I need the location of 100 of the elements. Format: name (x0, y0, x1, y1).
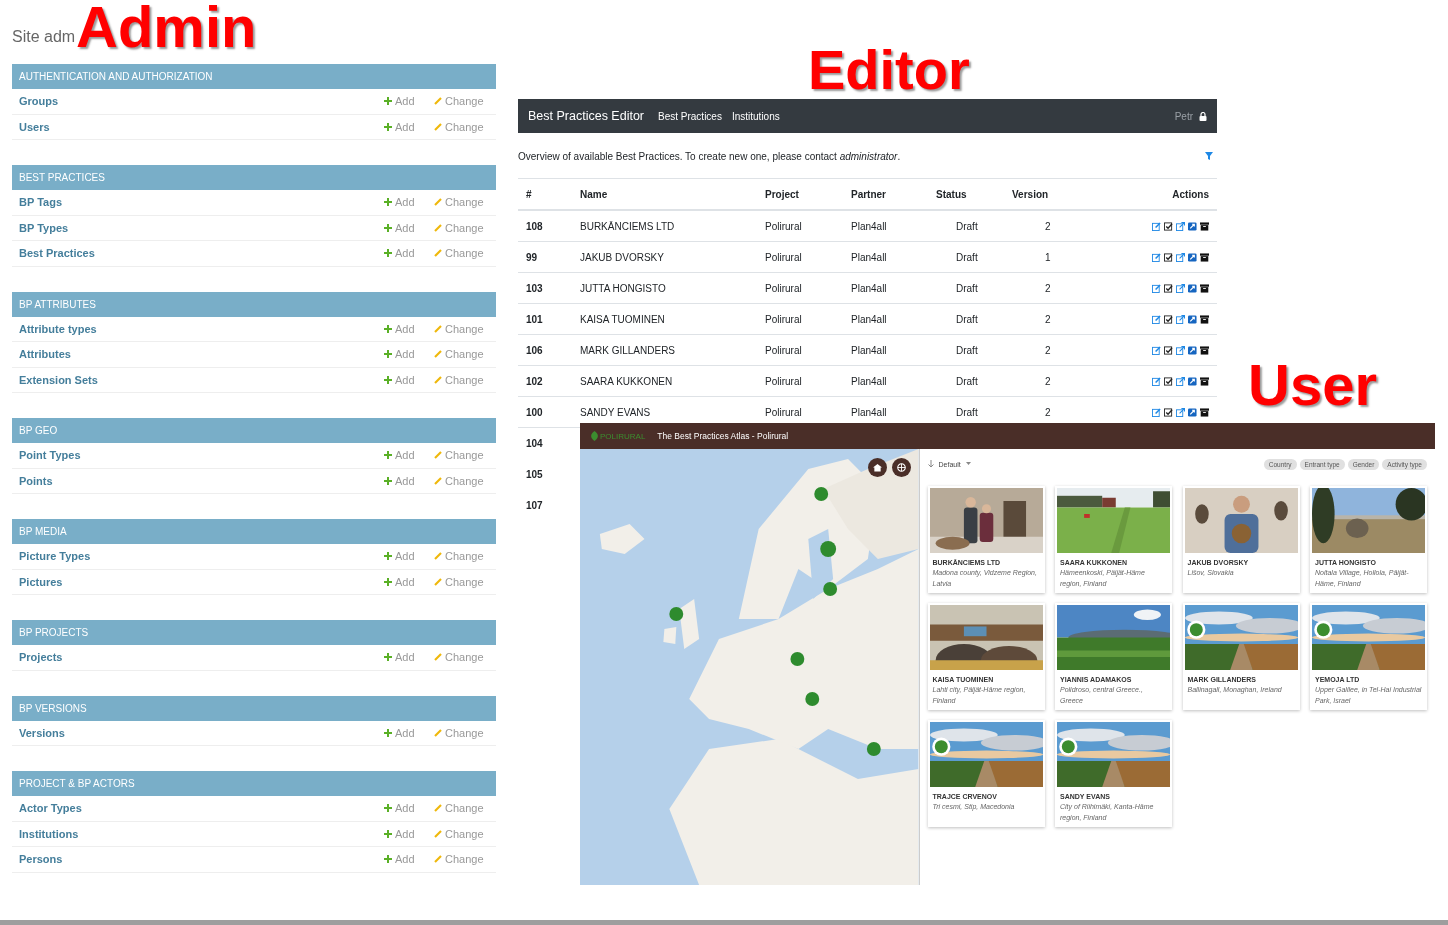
add-link[interactable]: Add (384, 247, 434, 260)
change-link[interactable]: Change (434, 802, 496, 815)
add-link[interactable]: Add (384, 802, 434, 815)
add-link[interactable]: Add (384, 120, 434, 133)
add-link[interactable]: Add (384, 348, 434, 361)
share-icon[interactable] (1188, 376, 1197, 386)
add-link[interactable]: Add (384, 221, 434, 234)
archive-icon[interactable] (1200, 345, 1209, 355)
nav-link[interactable]: Best Practices (658, 110, 722, 122)
column-header[interactable]: Version (1012, 188, 1082, 200)
archive-icon[interactable] (1200, 407, 1209, 417)
checkbox-icon[interactable] (1164, 283, 1173, 293)
sort-icon[interactable] (927, 460, 934, 468)
archive-icon[interactable] (1200, 314, 1209, 324)
nav-link[interactable]: Institutions (731, 110, 780, 122)
add-link[interactable]: Add (384, 853, 434, 866)
edit-icon[interactable] (1152, 345, 1161, 355)
filter-icon[interactable] (1205, 151, 1213, 160)
share-icon[interactable] (1188, 345, 1197, 355)
change-link[interactable]: Change (434, 221, 496, 234)
checkbox-icon[interactable] (1164, 407, 1173, 417)
checkbox-icon[interactable] (1164, 221, 1173, 231)
share-icon[interactable] (1188, 252, 1197, 262)
change-link[interactable]: Change (434, 449, 496, 462)
checkbox-icon[interactable] (1164, 376, 1173, 386)
model-link[interactable]: Persons (19, 853, 384, 866)
change-link[interactable]: Change (434, 651, 496, 664)
user-link[interactable]: Petr (1174, 110, 1193, 122)
change-link[interactable]: Change (434, 474, 496, 487)
model-link[interactable]: Groups (19, 95, 384, 108)
model-link[interactable]: Picture Types (19, 550, 384, 563)
column-header[interactable]: Name (580, 188, 765, 200)
external-link-icon[interactable] (1176, 345, 1185, 355)
column-header[interactable]: Status (936, 188, 1012, 200)
add-link[interactable]: Add (384, 726, 434, 739)
model-link[interactable]: Pictures (19, 575, 384, 588)
column-header[interactable]: # (526, 188, 580, 200)
column-header[interactable]: Partner (851, 188, 936, 200)
add-link[interactable]: Add (384, 322, 434, 335)
archive-icon[interactable] (1200, 221, 1209, 231)
model-link[interactable]: Extension Sets (19, 373, 384, 386)
caret-icon[interactable] (965, 462, 971, 466)
add-link[interactable]: Add (384, 95, 434, 108)
model-link[interactable]: Points (19, 474, 384, 487)
add-link[interactable]: Add (384, 550, 434, 563)
change-link[interactable]: Change (434, 827, 496, 840)
model-link[interactable]: Users (19, 120, 384, 133)
checkbox-icon[interactable] (1164, 252, 1173, 262)
add-link[interactable]: Add (384, 449, 434, 462)
model-link[interactable]: Best Practices (19, 247, 384, 260)
edit-icon[interactable] (1152, 314, 1161, 324)
change-link[interactable]: Change (434, 575, 496, 588)
change-link[interactable]: Change (434, 120, 496, 133)
share-icon[interactable] (1188, 283, 1197, 293)
share-icon[interactable] (1188, 221, 1197, 231)
model-link[interactable]: Attribute types (19, 322, 384, 335)
external-link-icon[interactable] (1176, 376, 1185, 386)
change-link[interactable]: Change (434, 95, 496, 108)
change-link[interactable]: Change (434, 196, 496, 209)
archive-icon[interactable] (1200, 252, 1209, 262)
checkbox-icon[interactable] (1164, 314, 1173, 324)
checkbox-icon[interactable] (1164, 345, 1173, 355)
external-link-icon[interactable] (1176, 314, 1185, 324)
model-link[interactable]: Point Types (19, 449, 384, 462)
external-link-icon[interactable] (1176, 283, 1185, 293)
edit-icon[interactable] (1152, 407, 1161, 417)
change-link[interactable]: Change (434, 348, 496, 361)
add-link[interactable]: Add (384, 474, 434, 487)
share-icon[interactable] (1188, 314, 1197, 324)
archive-icon[interactable] (1200, 376, 1209, 386)
add-link[interactable]: Add (384, 827, 434, 840)
add-link[interactable]: Add (384, 373, 434, 386)
model-link[interactable]: Actor Types (19, 802, 384, 815)
archive-icon[interactable] (1200, 283, 1209, 293)
add-link[interactable]: Add (384, 651, 434, 664)
model-link[interactable]: BP Tags (19, 196, 384, 209)
model-link[interactable]: Projects (19, 651, 384, 664)
column-header[interactable]: Actions (1082, 188, 1209, 200)
model-link[interactable]: Attributes (19, 348, 384, 361)
lock-icon[interactable] (1199, 111, 1207, 121)
edit-icon[interactable] (1152, 376, 1161, 386)
edit-icon[interactable] (1152, 252, 1161, 262)
model-link[interactable]: Versions (19, 726, 384, 739)
change-link[interactable]: Change (434, 550, 496, 563)
brand-link[interactable]: Best Practices Editor (528, 109, 644, 123)
edit-icon[interactable] (1152, 283, 1161, 293)
change-link[interactable]: Change (434, 322, 496, 335)
change-link[interactable]: Change (434, 726, 496, 739)
model-link[interactable]: BP Types (19, 221, 384, 234)
external-link-icon[interactable] (1176, 252, 1185, 262)
column-header[interactable]: Project (765, 188, 851, 200)
change-link[interactable]: Change (434, 247, 496, 260)
share-icon[interactable] (1188, 407, 1197, 417)
change-link[interactable]: Change (434, 373, 496, 386)
add-link[interactable]: Add (384, 196, 434, 209)
add-link[interactable]: Add (384, 575, 434, 588)
change-link[interactable]: Change (434, 853, 496, 866)
external-link-icon[interactable] (1176, 221, 1185, 231)
model-link[interactable]: Institutions (19, 827, 384, 840)
external-link-icon[interactable] (1176, 407, 1185, 417)
